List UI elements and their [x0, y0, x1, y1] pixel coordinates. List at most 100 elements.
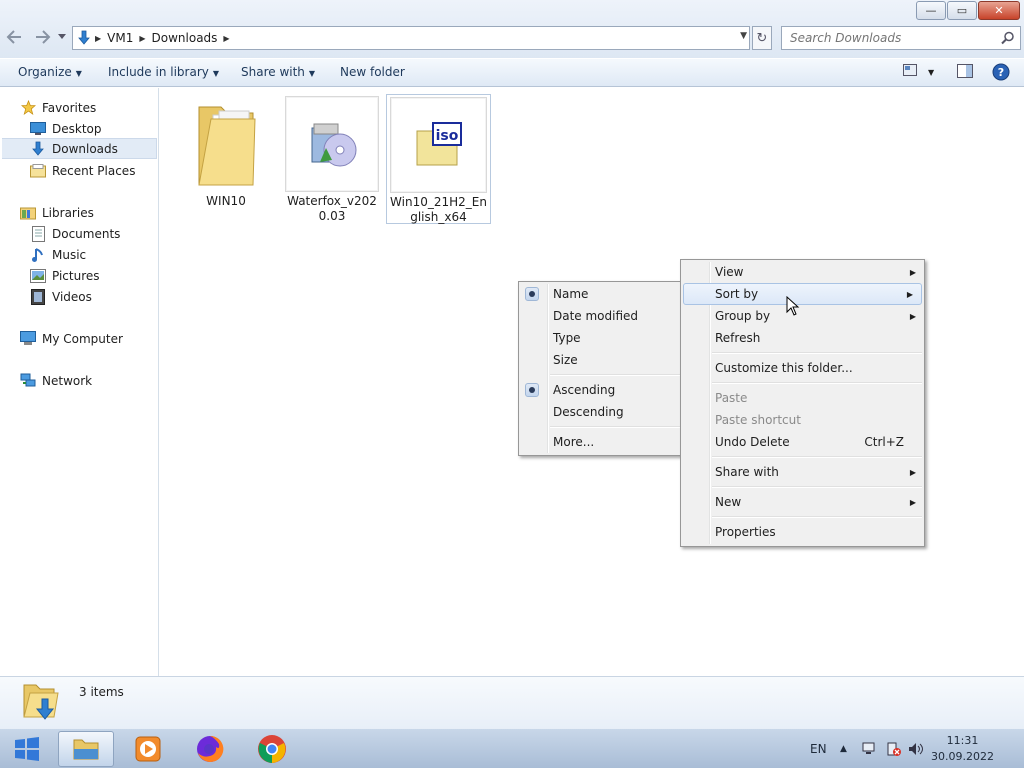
recent-pages-dropdown[interactable] — [56, 27, 68, 47]
undo-shortcut-label: Ctrl+Z — [864, 435, 904, 449]
share-with-button[interactable]: Share with ▼ — [241, 65, 315, 79]
nav-favorites[interactable]: Favorites — [0, 97, 158, 118]
sort-name-item[interactable]: Name — [519, 283, 682, 305]
change-view-button[interactable] — [903, 64, 917, 79]
menu-separator — [519, 423, 682, 431]
breadcrumb-downloads[interactable]: Downloads — [152, 31, 218, 45]
nav-recent-places[interactable]: Recent Places — [0, 160, 158, 181]
nav-libraries[interactable]: Libraries — [0, 202, 158, 223]
preview-pane-button[interactable] — [957, 64, 973, 81]
sort-more-label: More... — [553, 435, 595, 449]
nav-pictures-label: Pictures — [52, 268, 100, 283]
menu-undo-delete-item[interactable]: Undo Delete Ctrl+Z — [681, 431, 924, 453]
breadcrumb-separator-icon: ▶ — [223, 33, 230, 43]
menu-paste-shortcut-item[interactable]: Paste shortcut — [681, 409, 924, 431]
menu-sort-by-item[interactable]: Sort by ▶ — [683, 283, 922, 305]
menu-separator — [681, 453, 924, 461]
new-folder-button[interactable]: New folder — [340, 65, 405, 79]
nav-music-label: Music — [52, 247, 87, 262]
clock-date: 30.09.2022 — [931, 750, 994, 763]
menu-separator — [681, 483, 924, 491]
nav-documents[interactable]: Documents — [0, 223, 158, 244]
nav-my-computer[interactable]: My Computer — [0, 328, 158, 349]
include-in-library-button[interactable]: Include in library ▼ — [108, 65, 219, 79]
file-item-win10[interactable]: WIN10 — [178, 96, 274, 209]
sort-descending-label: Descending — [553, 405, 624, 419]
menu-paste-item[interactable]: Paste — [681, 387, 924, 409]
menu-view-item[interactable]: View ▶ — [681, 261, 924, 283]
sort-date-modified-item[interactable]: Date modified — [519, 305, 682, 327]
nav-pictures[interactable]: Pictures — [0, 265, 158, 286]
maximize-button[interactable]: ▭ — [947, 1, 977, 20]
nav-music[interactable]: Music — [0, 244, 158, 265]
svg-text:?: ? — [998, 66, 1004, 79]
close-button[interactable]: ✕ — [978, 1, 1020, 20]
sort-type-item[interactable]: Type — [519, 327, 682, 349]
windows-logo-icon — [15, 737, 39, 761]
sort-type-label: Type — [553, 331, 581, 345]
start-button[interactable] — [0, 731, 54, 767]
menu-customize-item[interactable]: Customize this folder... — [681, 357, 924, 379]
menu-paste-shortcut-label: Paste shortcut — [715, 413, 801, 427]
nav-downloads[interactable]: Downloads — [2, 138, 157, 159]
caret-down-icon: ▼ — [308, 69, 316, 78]
view-options-dropdown[interactable]: ▼ — [928, 68, 934, 77]
refresh-button[interactable]: ↻ — [752, 26, 772, 50]
nav-videos[interactable]: Videos — [0, 286, 158, 307]
menu-refresh-label: Refresh — [715, 331, 761, 345]
sort-size-label: Size — [553, 353, 578, 367]
forward-button[interactable] — [33, 27, 53, 47]
network-tray-icon[interactable] — [862, 729, 878, 768]
breadcrumb-vm1[interactable]: VM1 — [107, 31, 133, 45]
taskbar-explorer[interactable] — [58, 731, 114, 767]
taskbar-chrome[interactable] — [244, 731, 300, 767]
menu-group-by-label: Group by — [715, 309, 771, 323]
nav-videos-label: Videos — [52, 289, 92, 304]
file-item-waterfox[interactable]: Waterfox_v2020.03 — [284, 96, 380, 224]
show-hidden-icons-button[interactable]: ▲ — [840, 729, 847, 768]
sort-date-modified-label: Date modified — [553, 309, 639, 323]
taskbar-firefox[interactable] — [182, 731, 238, 767]
menu-new-item[interactable]: New ▶ — [681, 491, 924, 513]
back-button[interactable] — [4, 27, 24, 47]
computer-icon — [20, 331, 36, 347]
sort-name-label: Name — [553, 287, 589, 301]
nav-recent-places-label: Recent Places — [52, 163, 136, 178]
sort-size-item[interactable]: Size — [519, 349, 682, 371]
taskbar-media-player[interactable] — [120, 731, 176, 767]
organize-button[interactable]: Organize ▼ — [18, 65, 82, 79]
nav-desktop[interactable]: Desktop — [0, 118, 158, 139]
menu-separator — [519, 371, 682, 379]
menu-group-by-item[interactable]: Group by ▶ — [681, 305, 924, 327]
search-box[interactable] — [781, 26, 1021, 50]
chrome-icon — [258, 735, 286, 763]
language-indicator[interactable]: EN — [810, 729, 827, 768]
firefox-icon — [197, 735, 224, 762]
sort-descending-item[interactable]: Descending — [519, 401, 682, 423]
volume-icon[interactable] — [908, 729, 926, 768]
nav-network-label: Network — [42, 373, 93, 388]
menu-refresh-item[interactable]: Refresh — [681, 327, 924, 349]
file-item-win10-iso[interactable]: iso Win10_21H2_English_x64 — [386, 94, 491, 224]
system-clock[interactable]: 11:31 30.09.2022 — [931, 733, 994, 765]
sort-more-item[interactable]: More... — [519, 431, 682, 453]
sort-ascending-item[interactable]: Ascending — [519, 379, 682, 401]
action-center-icon[interactable] — [886, 729, 902, 768]
address-dropdown-icon[interactable]: ▼ — [740, 31, 747, 41]
menu-separator — [681, 379, 924, 387]
help-button[interactable]: ? — [992, 63, 1010, 84]
minimize-button[interactable]: — — [916, 1, 946, 20]
search-input[interactable] — [782, 27, 992, 49]
address-bar[interactable]: ▶ VM1 ▶ Downloads ▶ ▼ — [72, 26, 750, 50]
music-icon — [30, 247, 46, 263]
nav-network[interactable]: Network — [0, 370, 158, 391]
menu-customize-label: Customize this folder... — [715, 361, 853, 375]
nav-my-computer-label: My Computer — [42, 331, 123, 346]
share-with-label: Share with — [241, 65, 305, 79]
menu-properties-item[interactable]: Properties — [681, 521, 924, 543]
view-icon — [903, 64, 917, 76]
radio-selected-icon — [525, 287, 539, 301]
downloads-icon — [73, 27, 95, 49]
menu-new-label: New — [715, 495, 742, 509]
menu-share-with-item[interactable]: Share with ▶ — [681, 461, 924, 483]
